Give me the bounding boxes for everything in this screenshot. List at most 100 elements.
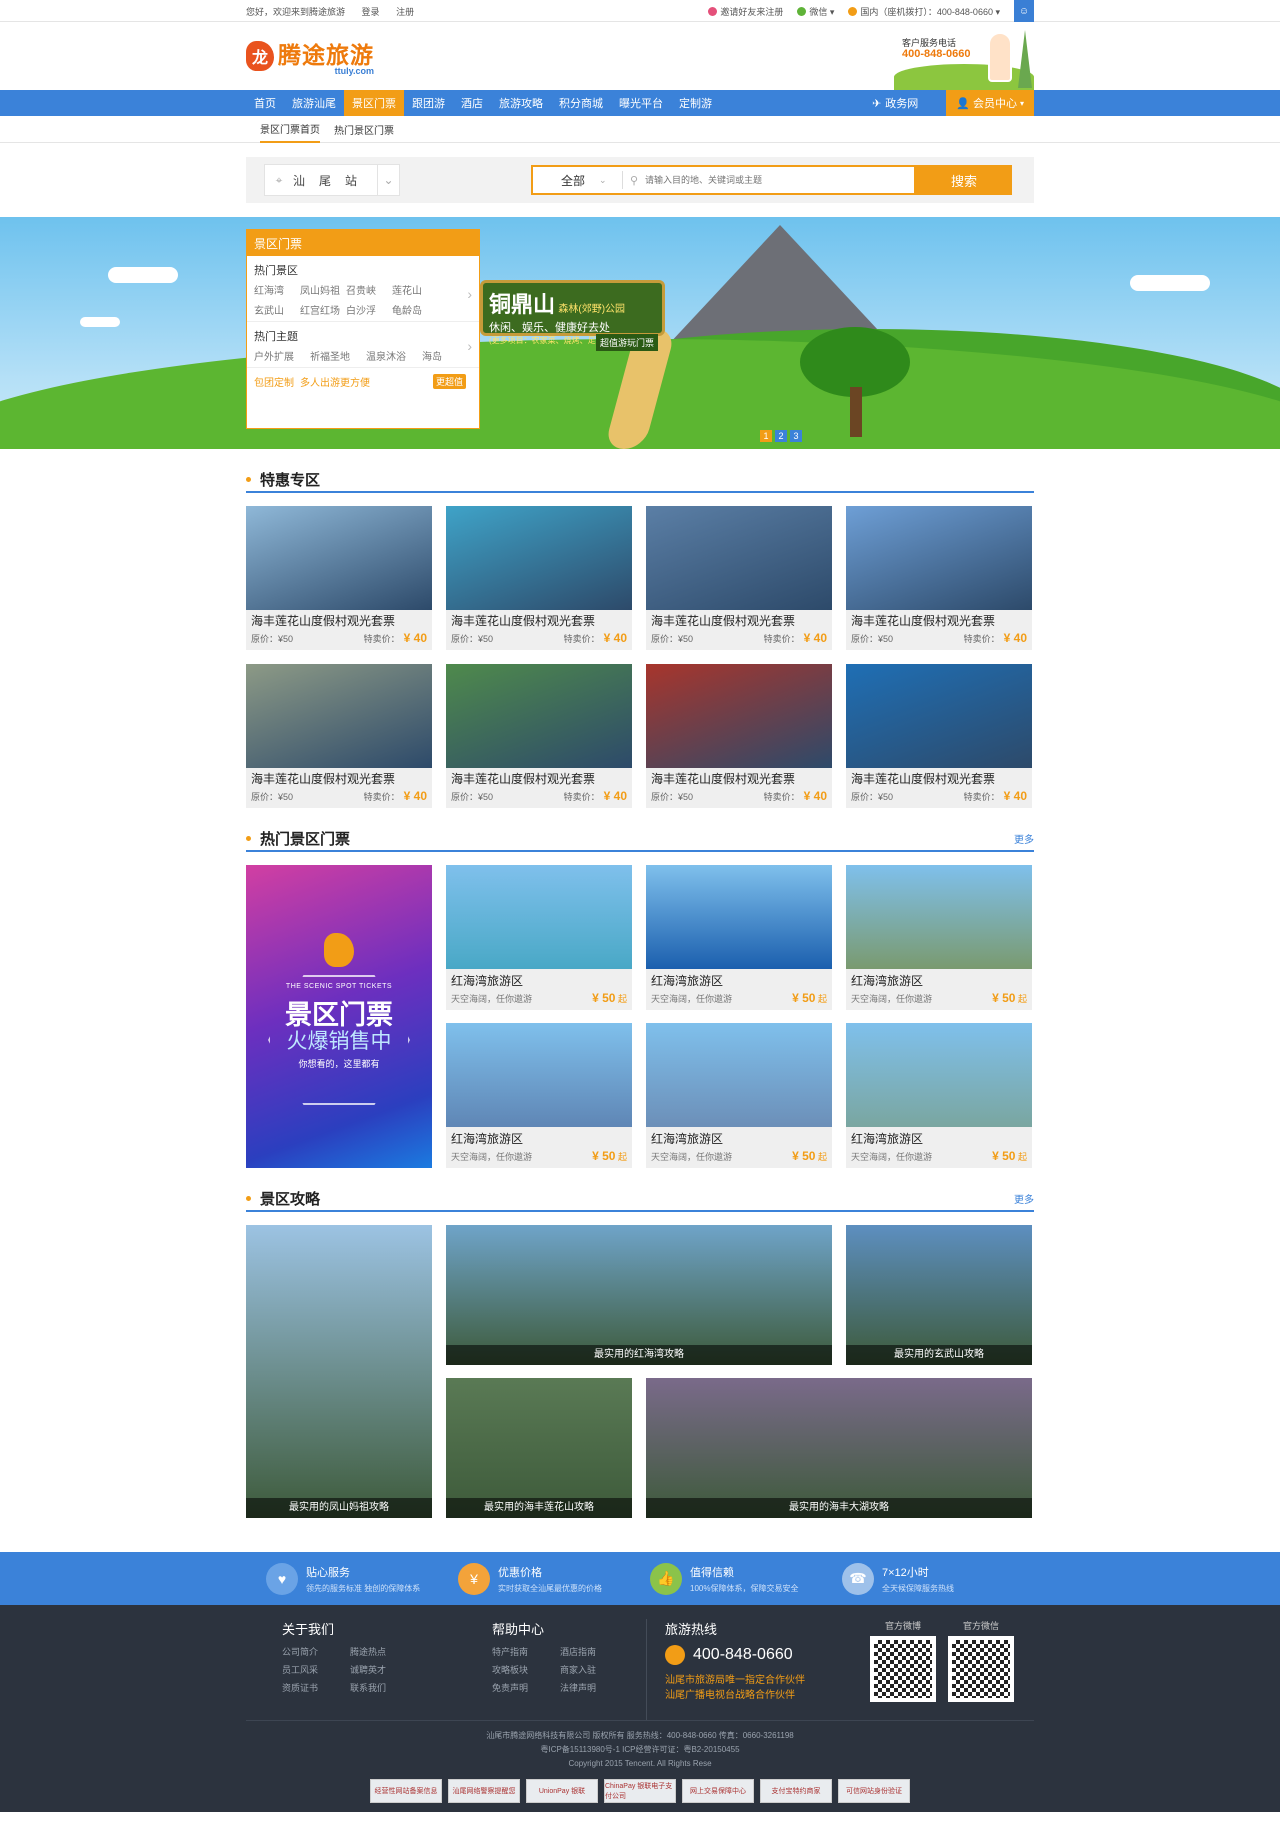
footer-link[interactable]: 免责声明: [492, 1681, 560, 1694]
guide-card[interactable]: 最实用的海丰大湖攻略: [646, 1378, 1032, 1518]
nav-item-shanwei[interactable]: 旅游汕尾: [284, 90, 344, 116]
nav-item-exposure[interactable]: 曝光平台: [611, 90, 671, 116]
guide-card[interactable]: 最实用的海丰莲花山攻略: [446, 1378, 632, 1518]
footer-link[interactable]: 攻略板块: [492, 1663, 560, 1676]
deal-card[interactable]: 海丰莲花山度假村观光套票 原价：¥50 特卖价： ¥ 40: [646, 506, 832, 650]
hot-spot-link[interactable]: 凤山妈祖: [300, 282, 346, 297]
trust-badge[interactable]: 可信网站身份验证: [838, 1779, 910, 1803]
footer-link[interactable]: 联系我们: [350, 1681, 418, 1694]
custom-tour-label: 包团定制: [254, 378, 294, 389]
footer-link[interactable]: 商家入驻: [560, 1663, 628, 1676]
hot-spot-link[interactable]: 玄武山: [254, 302, 300, 317]
footer-link[interactable]: 员工风采: [282, 1663, 350, 1676]
wechat-dropdown[interactable]: 微信 ▾: [797, 5, 834, 18]
ticket-card[interactable]: 红海湾旅游区 天空海阔，任你遨游 ¥ 50 起: [446, 865, 632, 1010]
theme-link[interactable]: 温泉沐浴: [366, 348, 422, 363]
invite-link[interactable]: 邀请好友来注册: [708, 5, 783, 18]
deal-sale-price: ¥ 40: [603, 789, 627, 803]
deal-card[interactable]: 海丰莲花山度假村观光套票 原价：¥50 特卖价： ¥ 40: [846, 506, 1032, 650]
ticket-name: 红海湾旅游区: [451, 1132, 524, 1146]
theme-link[interactable]: 祈福圣地: [310, 348, 366, 363]
deal-card[interactable]: 海丰莲花山度假村观光套票 原价：¥50 特卖价： ¥ 40: [246, 664, 432, 808]
trust-badge[interactable]: ChinaPay 银联电子支付公司: [604, 1779, 676, 1803]
promo-banner[interactable]: THE SCENIC SPOT TICKETS 景区门票 火爆销售中 你想看的，…: [246, 865, 432, 1168]
deal-sale-label: 特卖价：: [763, 634, 800, 644]
slide-dot[interactable]: 3: [790, 430, 802, 442]
guide-card[interactable]: 最实用的玄武山攻略: [846, 1225, 1032, 1365]
footer-link[interactable]: 腾途热点: [350, 1645, 418, 1658]
search-category-select[interactable]: 全部 ⌄: [533, 171, 623, 189]
member-center-button[interactable]: 👤 会员中心 ▾: [946, 90, 1034, 116]
feature-item: ☎ 7×12小时 全天候保障服务热线: [842, 1562, 1034, 1595]
feature-desc: 领先的服务标准 独创的保障体系: [306, 1583, 421, 1593]
custom-tour-link[interactable]: 包团定制 多人出游更方便 更超值: [247, 368, 479, 395]
footer-link[interactable]: 诚聘英才: [350, 1663, 418, 1676]
subnav-tickets-home[interactable]: 景区门票首页: [260, 116, 320, 143]
search-input[interactable]: [645, 175, 914, 185]
guide-card[interactable]: 最实用的凤山妈祖攻略: [246, 1225, 432, 1518]
register-link[interactable]: 注册: [396, 7, 414, 17]
qr-code-icon: [870, 1636, 936, 1702]
nav-item-tickets[interactable]: 景区门票: [344, 90, 404, 116]
deal-card[interactable]: 海丰莲花山度假村观光套票 原价：¥50 特卖价： ¥ 40: [446, 506, 632, 650]
slide-dot[interactable]: 2: [775, 430, 787, 442]
guide-card[interactable]: 最实用的红海湾攻略: [446, 1225, 832, 1365]
chevron-right-icon[interactable]: ›: [467, 286, 472, 302]
more-link[interactable]: 更多: [1014, 1191, 1034, 1206]
subnav-hot-tickets[interactable]: 热门景区门票: [334, 116, 394, 143]
ticket-card[interactable]: 红海湾旅游区 天空海阔，任你遨游 ¥ 50 起: [846, 1023, 1032, 1168]
site-logo[interactable]: 龙 腾途旅游 ttuly.com: [246, 36, 374, 76]
deal-card[interactable]: 海丰莲花山度假村观光套票 原价：¥50 特卖价： ¥ 40: [446, 664, 632, 808]
trust-badge[interactable]: 经营性网站备案信息: [370, 1779, 442, 1803]
footer-link[interactable]: 资质证书: [282, 1681, 350, 1694]
hot-spot-link[interactable]: 白沙浮: [346, 302, 392, 317]
ticket-card[interactable]: 红海湾旅游区 天空海阔，任你遨游 ¥ 50 起: [846, 865, 1032, 1010]
hot-spot-link[interactable]: 红宫红场: [300, 302, 346, 317]
search-button[interactable]: 搜索: [916, 165, 1012, 195]
hot-spot-link[interactable]: 召贵峡: [346, 282, 392, 297]
nav-item-home[interactable]: 首页: [246, 90, 284, 116]
deal-card[interactable]: 海丰莲花山度假村观光套票 原价：¥50 特卖价： ¥ 40: [646, 664, 832, 808]
user-icon: 👤: [956, 97, 970, 110]
more-link[interactable]: 更多: [1014, 831, 1034, 846]
trust-badge[interactable]: 汕尾网络警察提醒您: [448, 1779, 520, 1803]
login-link[interactable]: 登录: [362, 7, 380, 17]
deal-card[interactable]: 海丰莲花山度假村观光套票 原价：¥50 特卖价： ¥ 40: [246, 506, 432, 650]
hot-spot-link[interactable]: 红海湾: [254, 282, 300, 297]
ticket-card[interactable]: 红海湾旅游区 天空海阔，任你遨游 ¥ 50 起: [646, 1023, 832, 1168]
hot-spot-link[interactable]: 龟龄岛: [392, 302, 438, 317]
theme-link[interactable]: 海岛: [422, 348, 462, 363]
hotline-dropdown[interactable]: 国内（座机拨打）：400-848-0660 ▾: [848, 5, 1000, 18]
hot-tickets-section: 热门景区门票 更多 THE SCENIC SPOT TICKETS 景区门票 火…: [246, 826, 1034, 1168]
ticket-image: [646, 865, 832, 969]
hero-banner[interactable]: 铜鼎山 森林(郊野)公园 休闲、娱乐、健康好去处 (更多项目：农家菜、烧烤、足球…: [0, 217, 1280, 449]
gov-link[interactable]: ✈ 政务网: [864, 90, 926, 116]
ticket-price: ¥ 50: [792, 991, 816, 1005]
nav-item-group-tour[interactable]: 跟团游: [404, 90, 453, 116]
city-selector[interactable]: ⌖ 汕尾站 ⌄: [264, 164, 400, 196]
nav-item-points-mall[interactable]: 积分商城: [551, 90, 611, 116]
footer-link[interactable]: 酒店指南: [560, 1645, 628, 1658]
nav-item-guides[interactable]: 旅游攻略: [491, 90, 551, 116]
footer-link[interactable]: 法律声明: [560, 1681, 628, 1694]
trust-badge[interactable]: 网上交易保障中心: [682, 1779, 754, 1803]
deal-card[interactable]: 海丰莲花山度假村观光套票 原价：¥50 特卖价： ¥ 40: [846, 664, 1032, 808]
footer-link[interactable]: 特产指南: [492, 1645, 560, 1658]
trust-badge[interactable]: 支付宝特约商家: [760, 1779, 832, 1803]
trust-badge[interactable]: UnionPay 银联: [526, 1779, 598, 1803]
ticket-card[interactable]: 红海湾旅游区 天空海阔，任你遨游 ¥ 50 起: [446, 1023, 632, 1168]
chevron-right-icon[interactable]: ›: [467, 338, 472, 354]
weixin-qr: 官方微信: [948, 1619, 1014, 1720]
nav-item-hotel[interactable]: 酒店: [453, 90, 491, 116]
feature-desc: 全天候保障服务热线: [882, 1583, 954, 1593]
footer-link[interactable]: 公司简介: [282, 1645, 350, 1658]
slide-dot[interactable]: 1: [760, 430, 772, 442]
feature-desc: 100%保障体系，保障交易安全: [690, 1583, 799, 1593]
nav-item-custom-tour[interactable]: 定制游: [671, 90, 720, 116]
ticket-card[interactable]: 红海湾旅游区 天空海阔，任你遨游 ¥ 50 起: [646, 865, 832, 1010]
partner-text: 汕尾市旅游局唯一指定合作伙伴: [665, 1675, 805, 1686]
footer-help-title: 帮助中心: [492, 1622, 545, 1637]
avatar-icon[interactable]: ☺: [1014, 0, 1034, 22]
hot-spot-link[interactable]: 莲花山: [392, 282, 438, 297]
theme-link[interactable]: 户外扩展: [254, 348, 310, 363]
